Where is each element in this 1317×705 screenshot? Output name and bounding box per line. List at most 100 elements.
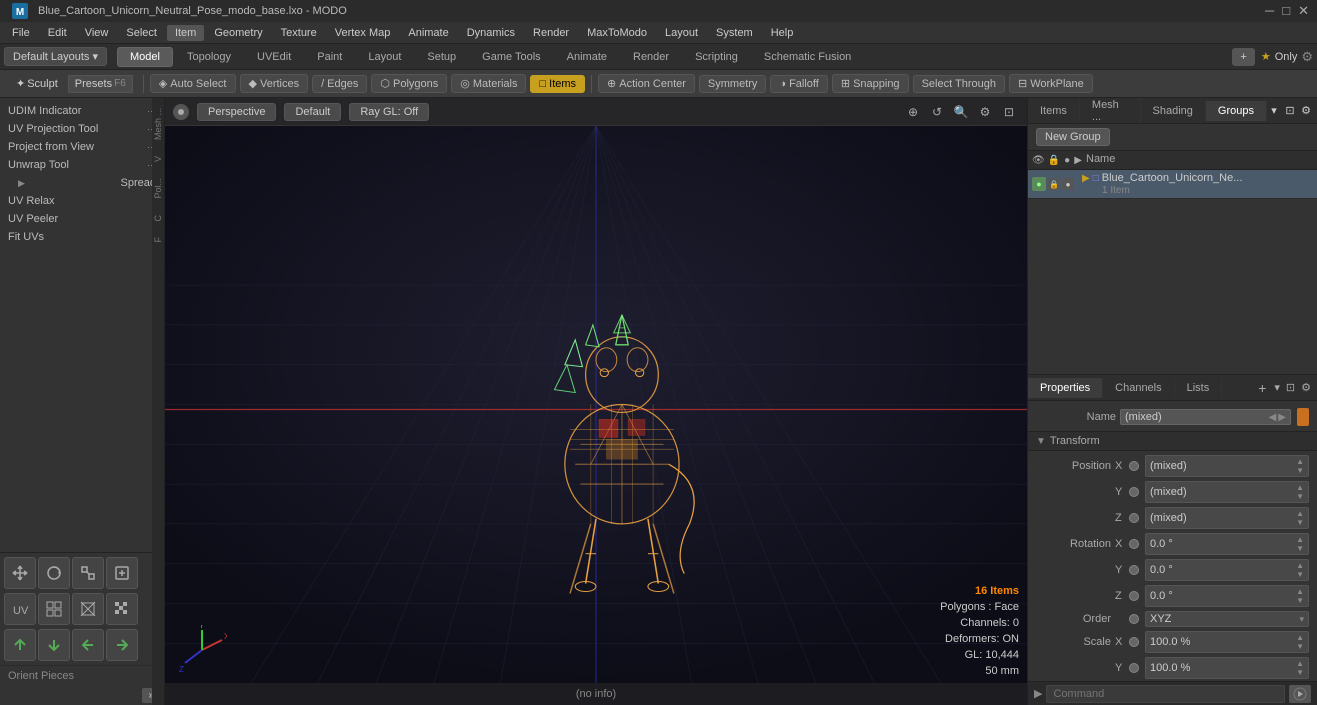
falloff-button[interactable]: ◑ Falloff — [770, 75, 827, 93]
rot-y-circle[interactable] — [1129, 565, 1139, 575]
pos-z-input[interactable]: (mixed) ▲ ▼ — [1145, 507, 1309, 529]
pos-y-up[interactable]: ▲ — [1296, 483, 1304, 492]
pos-x-down[interactable]: ▼ — [1296, 466, 1304, 475]
rot-y-input[interactable]: 0.0 ° ▲ ▼ — [1145, 559, 1309, 581]
scale-y-up[interactable]: ▲ — [1296, 659, 1304, 668]
tab-shading[interactable]: Shading — [1141, 101, 1206, 121]
perspective-button[interactable]: Perspective — [197, 103, 276, 121]
maximize-icon[interactable]: ⊡ — [999, 102, 1019, 122]
scale-x-input[interactable]: 100.0 % ▲ ▼ — [1145, 631, 1309, 653]
tab-paint[interactable]: Paint — [305, 48, 354, 66]
pos-y-circle[interactable] — [1129, 487, 1139, 497]
group-render-icon[interactable]: ● — [1062, 178, 1074, 190]
command-run-button[interactable] — [1289, 685, 1311, 703]
menu-dynamics[interactable]: Dynamics — [459, 25, 523, 41]
rot-z-input[interactable]: 0.0 ° ▲ ▼ — [1145, 585, 1309, 607]
tab-setup[interactable]: Setup — [415, 48, 468, 66]
tab-uvedit[interactable]: UVEdit — [245, 48, 303, 66]
pos-x-up[interactable]: ▲ — [1296, 457, 1304, 466]
scale-y-down[interactable]: ▼ — [1296, 668, 1304, 677]
viewport-menu-button[interactable] — [173, 104, 189, 120]
icon-left[interactable] — [72, 629, 104, 661]
rot-y-down[interactable]: ▼ — [1296, 570, 1304, 579]
strip-pol-label[interactable]: Pol... — [151, 176, 165, 201]
right-tab-gear[interactable]: ⚙ — [1299, 104, 1313, 118]
right-tab-chevron[interactable]: ▾ — [1267, 104, 1281, 118]
pos-x-circle[interactable] — [1129, 461, 1139, 471]
menu-render[interactable]: Render — [525, 25, 577, 41]
tab-animate[interactable]: Animate — [555, 48, 619, 66]
select-through-button[interactable]: Select Through — [913, 75, 1005, 93]
presets-button[interactable]: Presets F6 — [68, 75, 133, 93]
name-right-icon[interactable]: ▶ — [1278, 412, 1286, 423]
menu-help[interactable]: Help — [763, 25, 802, 41]
pos-z-circle[interactable] — [1129, 513, 1139, 523]
icon-transform[interactable] — [106, 557, 138, 589]
icon-down[interactable] — [38, 629, 70, 661]
tab-groups[interactable]: Groups — [1206, 101, 1267, 121]
tool-uvprojection[interactable]: UV Projection Tool ··· — [0, 120, 164, 138]
scale-y-input[interactable]: 100.0 % ▲ ▼ — [1145, 657, 1309, 679]
name-value-field[interactable]: (mixed) ◀ ▶ — [1120, 409, 1291, 425]
props-tab-channels[interactable]: Channels — [1103, 378, 1174, 398]
tab-gametools[interactable]: Game Tools — [470, 48, 553, 66]
materials-button[interactable]: ◎ Materials — [451, 74, 526, 93]
auto-select-button[interactable]: ◈ Auto Select — [150, 74, 236, 93]
icon-rotate[interactable] — [38, 557, 70, 589]
group-lock-icon[interactable]: 🔒 — [1048, 178, 1060, 190]
search-icon[interactable]: 🔍 — [951, 102, 971, 122]
menu-item[interactable]: Item — [167, 25, 204, 41]
tab-scripting[interactable]: Scripting — [683, 48, 750, 66]
icon-up[interactable] — [4, 629, 36, 661]
refresh-icon[interactable]: ↺ — [927, 102, 947, 122]
pos-y-input[interactable]: (mixed) ▲ ▼ — [1145, 481, 1309, 503]
props-maximize-icon[interactable]: ⊡ — [1284, 379, 1297, 396]
props-tab-lists[interactable]: Lists — [1175, 378, 1223, 398]
menu-file[interactable]: File — [4, 25, 38, 41]
layout-preset[interactable]: Default Layouts ▾ — [4, 47, 107, 66]
cmd-arrow-icon[interactable]: ▶ — [1034, 687, 1042, 700]
icon-scale[interactable] — [72, 557, 104, 589]
window-controls[interactable]: ─ □ ✕ — [1265, 3, 1309, 19]
orbit-icon[interactable]: ⊕ — [903, 102, 923, 122]
tab-render[interactable]: Render — [621, 48, 681, 66]
rot-z-circle[interactable] — [1129, 591, 1139, 601]
icon-right[interactable] — [106, 629, 138, 661]
menu-texture[interactable]: Texture — [273, 25, 325, 41]
scale-x-up[interactable]: ▲ — [1296, 633, 1304, 642]
maximize-button[interactable]: □ — [1282, 3, 1290, 19]
icon-checker[interactable] — [106, 593, 138, 625]
strip-mesh-label[interactable]: Mesh ... — [151, 106, 165, 142]
tab-model[interactable]: Model — [117, 47, 173, 67]
scale-x-down[interactable]: ▼ — [1296, 642, 1304, 651]
props-gear-icon[interactable]: ⚙ — [1299, 379, 1313, 396]
menu-maxtomodo[interactable]: MaxToModo — [579, 25, 655, 41]
workplane-button[interactable]: ⊟ WorkPlane — [1009, 74, 1093, 93]
icon-mesh[interactable] — [72, 593, 104, 625]
tool-unwrap[interactable]: Unwrap Tool ··· — [0, 156, 164, 174]
props-add-button[interactable]: + — [1252, 378, 1272, 398]
items-button[interactable]: □ Items — [530, 75, 585, 93]
gear-icon[interactable]: ⚙ — [975, 102, 995, 122]
transform-section[interactable]: ▼ Transform — [1028, 431, 1317, 451]
rot-x-input[interactable]: 0.0 ° ▲ ▼ — [1145, 533, 1309, 555]
strip-f-label[interactable]: F — [151, 235, 165, 245]
tool-udim[interactable]: UDIM Indicator ··· — [0, 102, 164, 120]
menu-edit[interactable]: Edit — [40, 25, 75, 41]
scale-x-circle[interactable] — [1129, 637, 1139, 647]
symmetry-button[interactable]: Symmetry — [699, 75, 767, 93]
tool-fituvs[interactable]: Fit UVs — [0, 228, 164, 246]
menu-select[interactable]: Select — [118, 25, 165, 41]
minimize-button[interactable]: ─ — [1265, 3, 1274, 19]
rot-z-down[interactable]: ▼ — [1296, 596, 1304, 605]
default-button[interactable]: Default — [284, 103, 341, 121]
tab-mesh[interactable]: Mesh ... — [1080, 95, 1141, 127]
pos-z-down[interactable]: ▼ — [1296, 518, 1304, 527]
add-layout-button[interactable]: + — [1232, 48, 1254, 66]
edges-button[interactable]: / Edges — [312, 75, 367, 93]
sculpt-button[interactable]: ✦ Sculpt — [10, 75, 64, 92]
tool-projectfromview[interactable]: Project from View ··· — [0, 138, 164, 156]
tool-uvpeeler[interactable]: UV Peeler — [0, 210, 164, 228]
menu-view[interactable]: View — [77, 25, 117, 41]
icon-move[interactable] — [4, 557, 36, 589]
